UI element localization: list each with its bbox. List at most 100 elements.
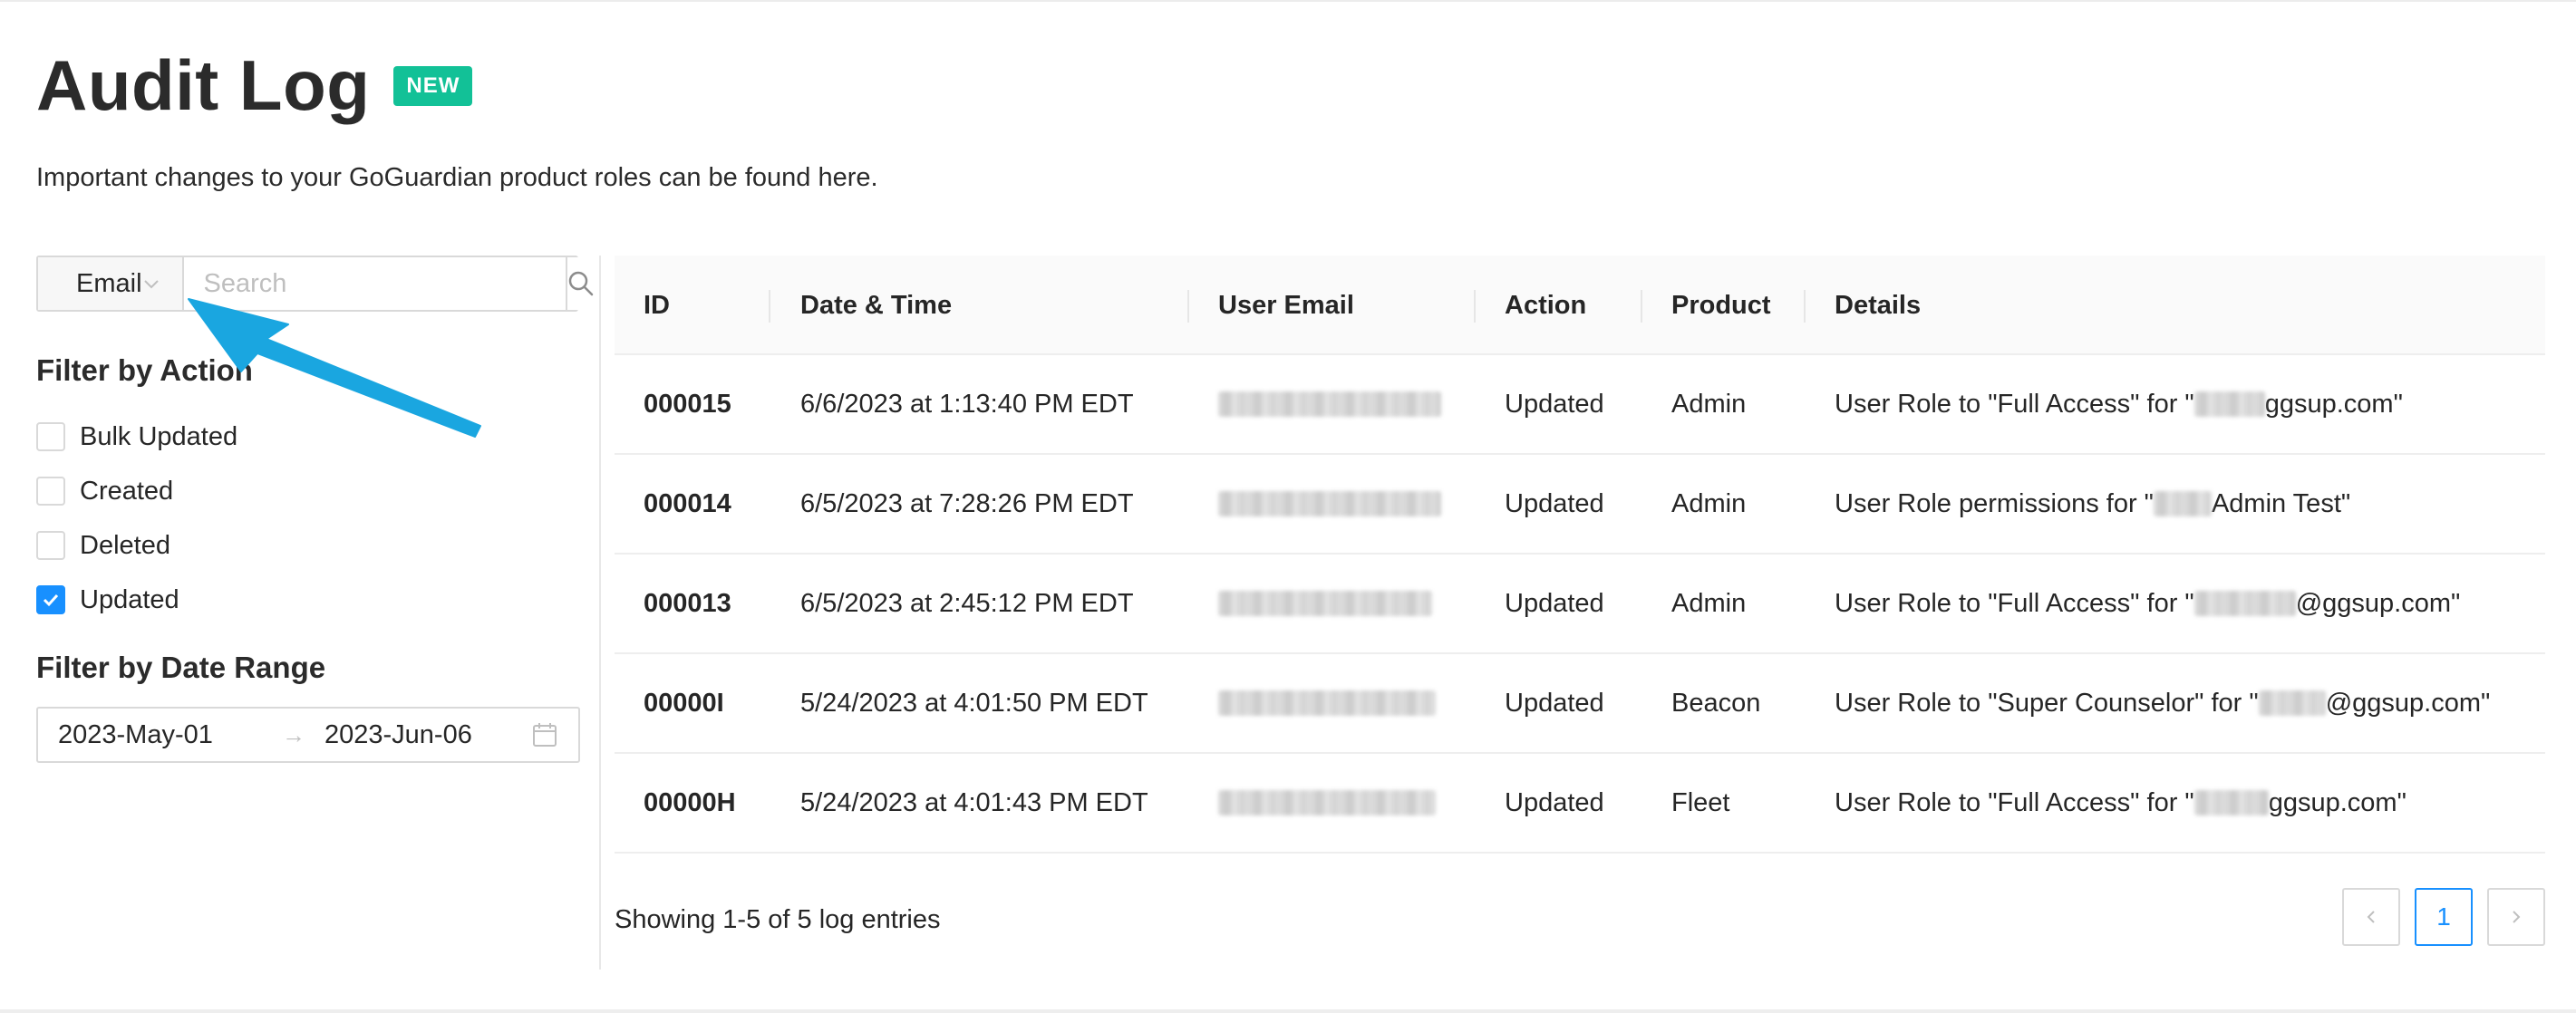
action-filter-list: Bulk Updated Created Deleted Updated xyxy=(36,410,237,627)
cell-details: User Role to "Full Access" for " ggsup.co… xyxy=(1835,754,2407,852)
cell-datetime: 6/5/2023 at 2:45:12 PM EDT xyxy=(800,588,1134,618)
cell-details: User Role to "Full Access" for " ggsup.co… xyxy=(1835,355,2403,453)
filter-created[interactable]: Created xyxy=(36,464,237,518)
page-subtitle: Important changes to your GoGuardian pro… xyxy=(36,163,878,192)
cell-product: Fleet xyxy=(1671,787,1730,817)
details-prefix: User Role to "Full Access" for " xyxy=(1835,389,2194,419)
check-icon xyxy=(43,593,59,607)
filter-by-action-title: Filter by Action xyxy=(36,353,253,387)
cell-id: 00000I xyxy=(644,688,724,718)
cell-action: Updated xyxy=(1505,588,1604,618)
top-border xyxy=(0,0,2576,2)
details-suffix: @ggsup.com" xyxy=(2325,688,2491,718)
details-prefix: User Role to "Full Access" for " xyxy=(1835,787,2194,817)
redacted-text xyxy=(2258,690,2326,716)
next-page-button[interactable] xyxy=(2487,888,2545,946)
cell-user-email-redacted xyxy=(1218,654,1436,752)
cell-action: Updated xyxy=(1505,488,1604,518)
filter-deleted[interactable]: Deleted xyxy=(36,518,237,573)
cell-product: Admin xyxy=(1671,588,1747,618)
cell-action: Updated xyxy=(1505,389,1604,419)
column-separator xyxy=(1474,290,1476,323)
cell-product: Admin xyxy=(1671,389,1747,419)
details-prefix: User Role to "Super Counselor" for " xyxy=(1835,688,2259,718)
date-range-picker[interactable]: 2023-May-01 → 2023-Jun-06 xyxy=(36,707,580,763)
cell-id: 000015 xyxy=(644,389,731,419)
cell-id: 000013 xyxy=(644,588,731,618)
bottom-border xyxy=(0,1009,2576,1013)
cell-product: Admin xyxy=(1671,488,1747,518)
details-suffix: ggsup.com" xyxy=(2268,787,2407,817)
cell-id: 00000H xyxy=(644,787,736,817)
details-suffix: ggsup.com" xyxy=(2264,389,2403,419)
filter-label: Updated xyxy=(80,584,179,614)
column-separator xyxy=(1641,290,1642,323)
chevron-down-icon xyxy=(143,280,159,289)
column-separator xyxy=(1187,290,1189,323)
filter-bulk-updated[interactable]: Bulk Updated xyxy=(36,410,237,464)
cell-product: Beacon xyxy=(1671,688,1761,718)
page-title: Audit Log xyxy=(36,45,371,125)
pagination: 1 xyxy=(2342,888,2545,946)
prev-page-button[interactable] xyxy=(2342,888,2400,946)
cell-details: User Role permissions for " Admin Test" xyxy=(1835,455,2350,553)
checkbox-updated[interactable] xyxy=(36,585,65,614)
cell-details: User Role to "Full Access" for " @ggsup.c… xyxy=(1835,555,2460,652)
cell-user-email-redacted xyxy=(1218,555,1432,652)
table-row[interactable]: 000013 6/5/2023 at 2:45:12 PM EDT Update… xyxy=(615,555,2545,654)
search-field-select-value: Email xyxy=(76,268,142,298)
column-separator xyxy=(769,290,770,323)
checkbox-bulk-updated[interactable] xyxy=(36,422,65,451)
column-separator xyxy=(1804,290,1806,323)
new-badge: NEW xyxy=(393,66,473,106)
search-icon xyxy=(568,271,593,296)
table-header: ID Date & Time User Email Action Product… xyxy=(615,256,2545,355)
details-prefix: User Role permissions for " xyxy=(1835,488,2154,518)
cell-datetime: 6/5/2023 at 7:28:26 PM EDT xyxy=(800,488,1134,518)
redacted-text xyxy=(2153,491,2212,516)
cell-id: 000014 xyxy=(644,488,731,518)
redacted-text xyxy=(2193,790,2269,815)
arrow-right-icon: → xyxy=(282,720,305,748)
checkbox-deleted[interactable] xyxy=(36,531,65,560)
search-input[interactable] xyxy=(183,257,566,310)
cell-datetime: 5/24/2023 at 4:01:50 PM EDT xyxy=(800,688,1148,718)
redacted-text xyxy=(2193,391,2265,417)
cell-action: Updated xyxy=(1505,787,1604,817)
cell-datetime: 6/6/2023 at 1:13:40 PM EDT xyxy=(800,389,1134,419)
table-footer: Showing 1-5 of 5 log entries 1 xyxy=(615,888,2545,951)
date-start[interactable]: 2023-May-01 xyxy=(58,720,266,750)
column-header-action: Action xyxy=(1505,290,1587,320)
cell-user-email-redacted xyxy=(1218,754,1436,852)
filter-label: Created xyxy=(80,476,174,506)
column-header-details: Details xyxy=(1835,290,1922,320)
chevron-left-icon xyxy=(2367,911,2375,923)
cell-details: User Role to "Super Counselor" for " @ggs… xyxy=(1835,654,2490,752)
page-1-button[interactable]: 1 xyxy=(2415,888,2473,946)
cell-user-email-redacted xyxy=(1218,455,1441,553)
filter-by-date-title: Filter by Date Range xyxy=(36,651,326,684)
cell-datetime: 5/24/2023 at 4:01:43 PM EDT xyxy=(800,787,1148,817)
entries-count: Showing 1-5 of 5 log entries xyxy=(615,904,941,934)
table-row[interactable]: 000015 6/6/2023 at 1:13:40 PM EDT Update… xyxy=(615,355,2545,455)
date-end[interactable]: 2023-Jun-06 xyxy=(321,720,531,750)
column-header-id: ID xyxy=(644,290,670,320)
cell-user-email-redacted xyxy=(1218,355,1441,453)
filter-updated[interactable]: Updated xyxy=(36,573,237,627)
table-row[interactable]: 00000I 5/24/2023 at 4:01:50 PM EDT Updat… xyxy=(615,654,2545,754)
details-prefix: User Role to "Full Access" for " xyxy=(1835,588,2194,618)
search-field-select[interactable]: Email xyxy=(38,257,184,310)
search-button[interactable] xyxy=(565,257,595,310)
details-suffix: Admin Test" xyxy=(2211,488,2351,518)
panel-divider xyxy=(599,256,601,970)
filter-label: Deleted xyxy=(80,530,170,560)
checkbox-created[interactable] xyxy=(36,477,65,506)
chevron-right-icon xyxy=(2513,911,2521,923)
redacted-text xyxy=(2193,591,2296,616)
page-header: Audit Log NEW xyxy=(36,43,473,127)
search-group: Email xyxy=(36,256,595,312)
table-row[interactable]: 000014 6/5/2023 at 7:28:26 PM EDT Update… xyxy=(615,455,2545,555)
calendar-icon xyxy=(533,723,557,747)
table-row[interactable]: 00000H 5/24/2023 at 4:01:43 PM EDT Updat… xyxy=(615,754,2545,854)
column-header-datetime: Date & Time xyxy=(800,290,953,320)
